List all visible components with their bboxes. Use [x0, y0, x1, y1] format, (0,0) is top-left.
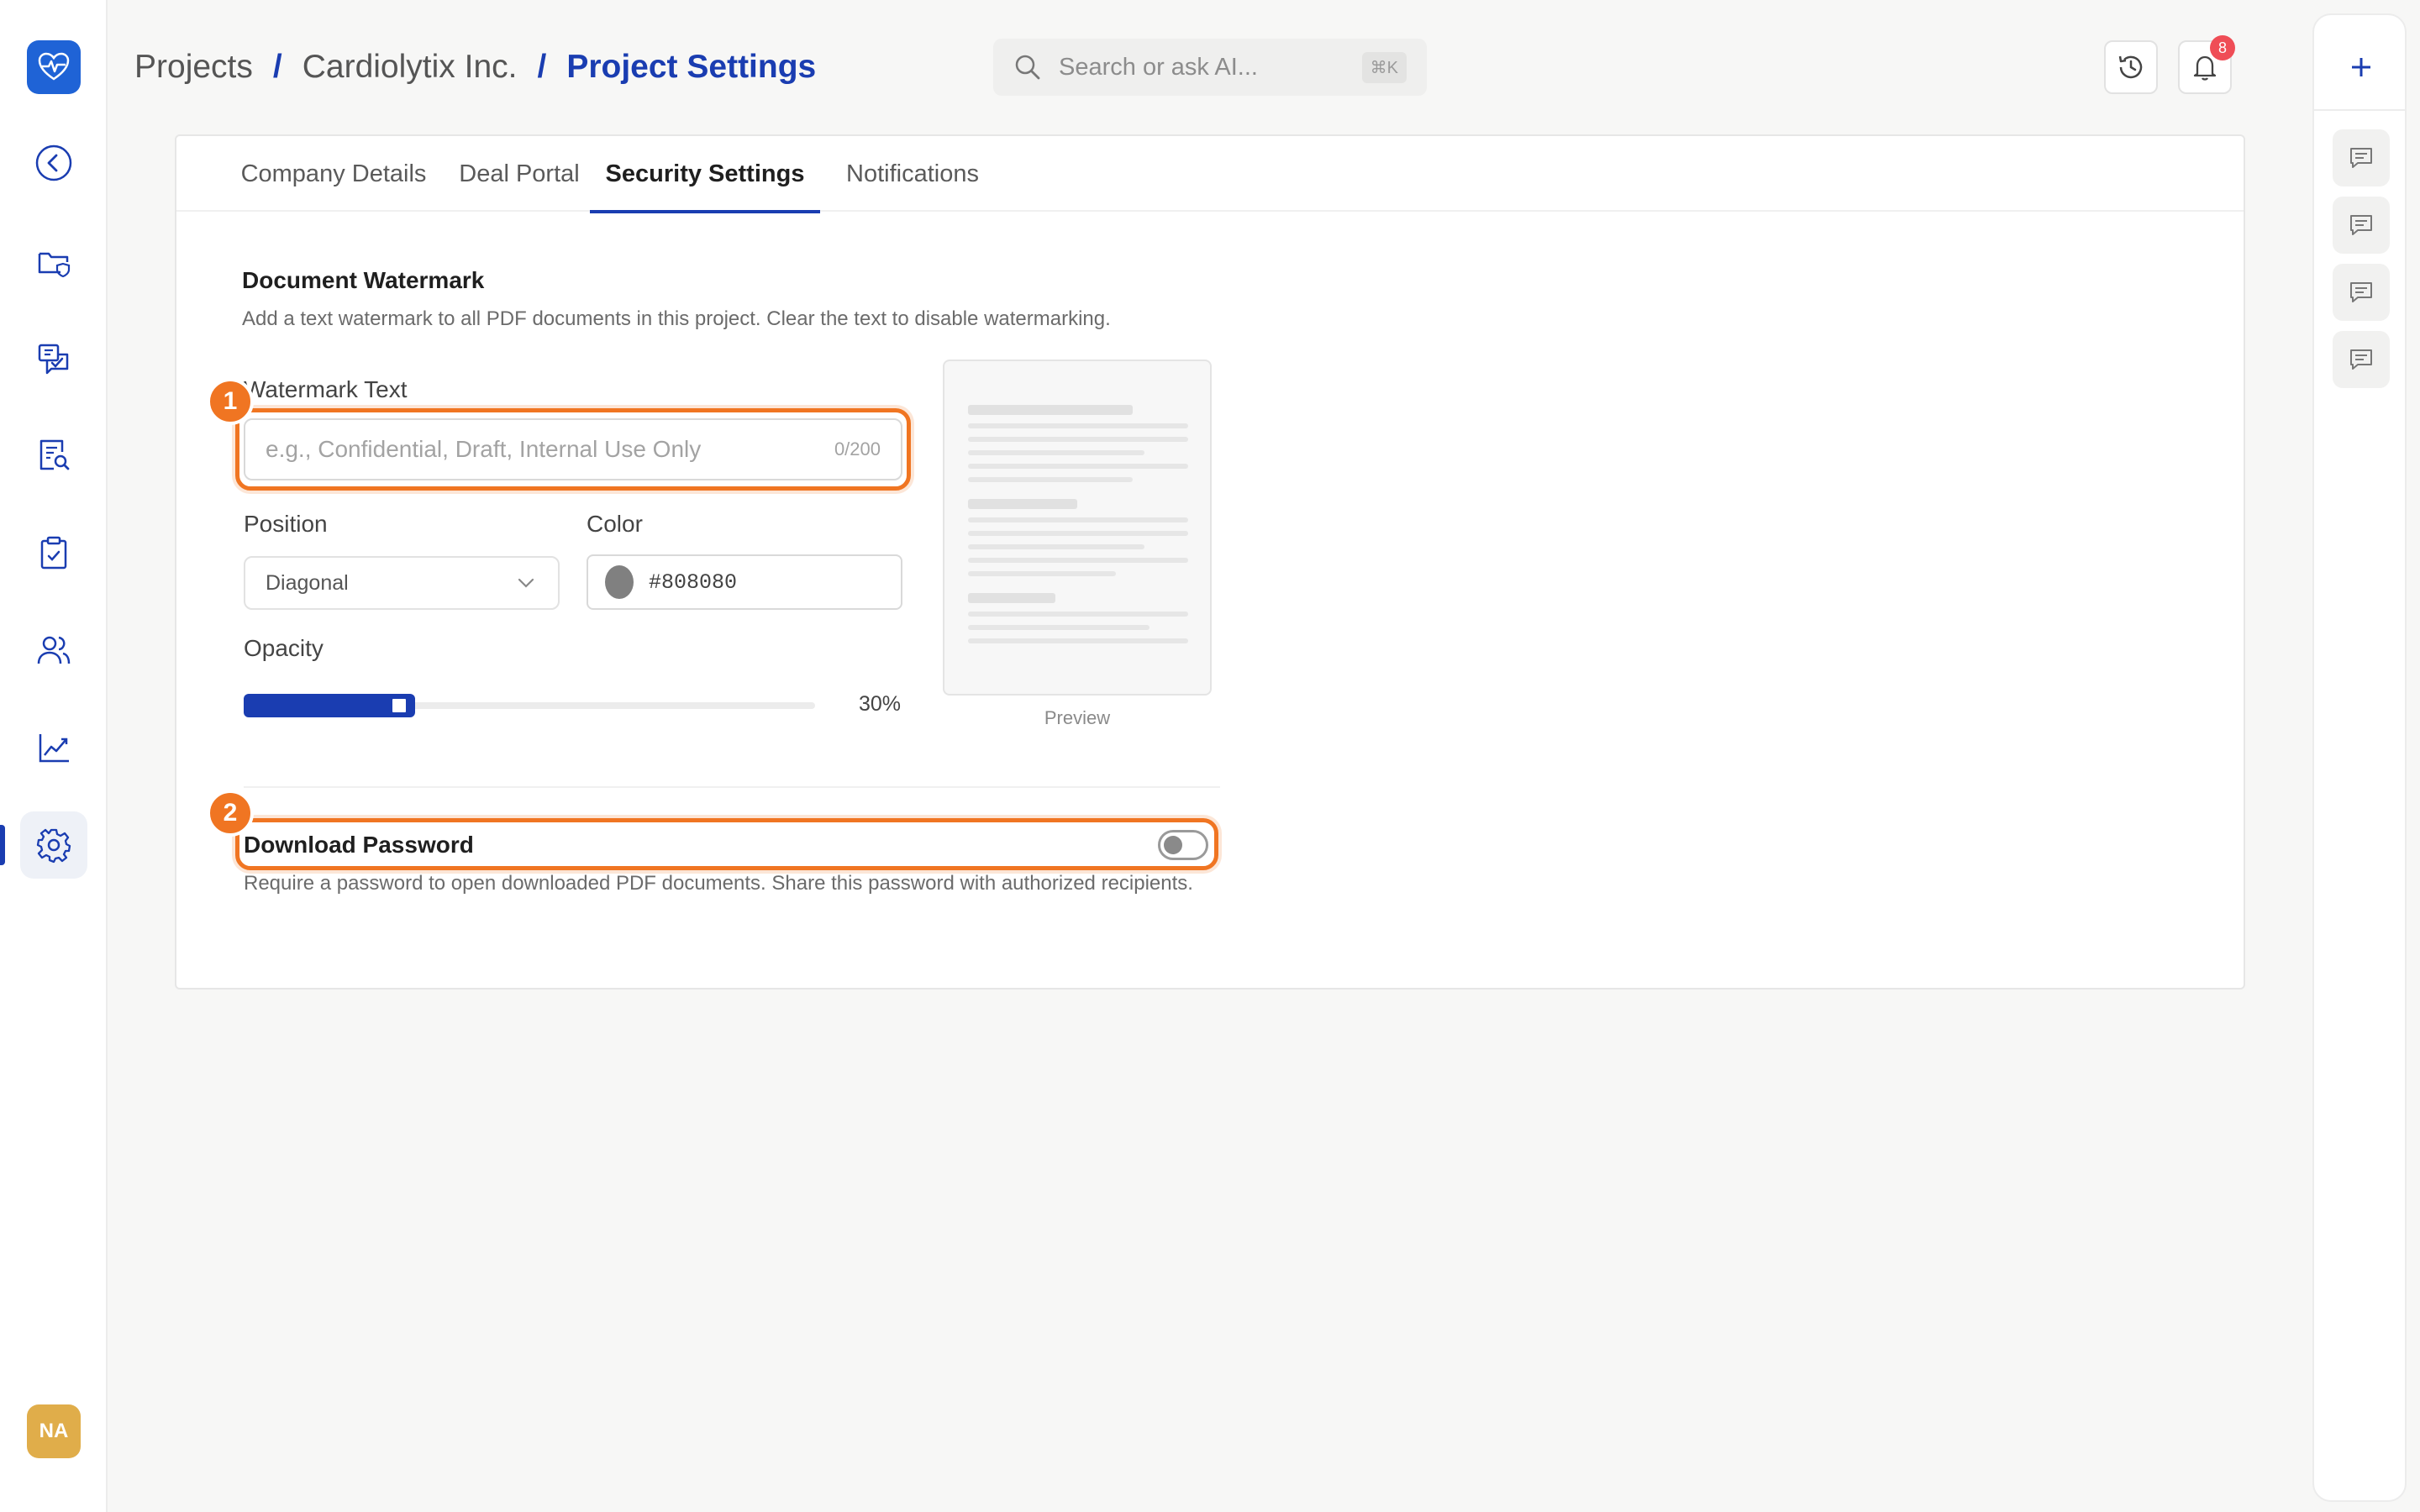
opacity-label: Opacity [244, 635, 324, 661]
position-label: Position [244, 511, 328, 537]
chevron-left-circle-icon [35, 144, 72, 181]
watermark-text-label: Watermark Text [244, 376, 408, 402]
comment-icon [2350, 148, 2372, 168]
chat-thread-button[interactable] [2333, 129, 2390, 186]
chat-thread-button[interactable] [2333, 197, 2390, 254]
notification-count-badge: 8 [2210, 35, 2235, 60]
preview-label: Preview [1044, 707, 1111, 728]
search-input[interactable] [1059, 53, 1344, 81]
chat-check-icon [38, 344, 69, 375]
comment-icon [2350, 349, 2372, 370]
annotation-badge-2: 2 [207, 790, 254, 837]
settings-tabs: Company Details Deal Portal Security Set… [176, 136, 2244, 213]
comment-icon [2350, 215, 2372, 235]
breadcrumb: Projects / Cardiolytix Inc. / Project Se… [134, 45, 816, 89]
user-avatar[interactable]: NA [27, 1404, 81, 1458]
breadcrumb-projects[interactable]: Projects [134, 49, 253, 86]
nav-analytics-button[interactable] [34, 727, 74, 768]
opacity-slider-thumb[interactable] [390, 696, 408, 715]
tab-deal-portal[interactable]: Deal Portal [444, 136, 595, 212]
nav-settings-button[interactable] [34, 825, 74, 865]
search-bar[interactable]: ⌘K [993, 39, 1427, 96]
watermark-preview [943, 360, 1212, 696]
history-icon [2118, 55, 2143, 79]
gear-icon [36, 828, 71, 864]
heartbeat-icon [38, 52, 70, 81]
nav-active-indicator [0, 825, 5, 865]
settings-card: Company Details Deal Portal Security Set… [175, 134, 2245, 990]
color-swatch[interactable] [605, 565, 634, 599]
annotation-badge-1: 1 [207, 378, 254, 425]
folder-shield-icon [38, 252, 71, 278]
chevron-down-icon [518, 578, 534, 588]
right-rail-divider [2314, 109, 2405, 111]
search-icon [1015, 55, 1040, 80]
tab-security-settings[interactable]: Security Settings [590, 136, 820, 213]
color-label: Color [587, 511, 643, 537]
search-shortcut-hint: ⌘K [1361, 51, 1407, 83]
section-divider [244, 786, 1220, 788]
breadcrumb-company[interactable]: Cardiolytix Inc. [302, 49, 518, 86]
nav-folders-button[interactable] [34, 242, 74, 282]
history-button[interactable] [2104, 40, 2158, 94]
color-hex-input[interactable] [649, 570, 884, 595]
users-icon [37, 636, 71, 664]
opacity-value: 30% [859, 692, 902, 716]
chat-thread-button[interactable] [2333, 331, 2390, 388]
nav-back-button[interactable] [34, 143, 74, 183]
nav-users-button[interactable] [34, 630, 74, 670]
nav-qa-button[interactable] [34, 339, 74, 380]
tab-company-details[interactable]: Company Details [224, 136, 444, 212]
add-button[interactable] [2334, 40, 2388, 94]
plus-icon [2352, 58, 2370, 76]
document-search-icon [39, 439, 70, 470]
breadcrumb-separator: / [537, 49, 547, 85]
chat-thread-button[interactable] [2333, 264, 2390, 321]
page-title: Project Settings [566, 49, 817, 85]
tab-notifications[interactable]: Notifications [820, 136, 1005, 212]
watermark-section-title: Document Watermark [242, 267, 485, 293]
download-password-description: Require a password to open downloaded PD… [244, 872, 1193, 895]
clipboard-check-icon [40, 536, 67, 570]
right-rail [2312, 13, 2407, 1502]
annotation-highlight-2 [235, 818, 1218, 870]
watermark-section-description: Add a text watermark to all PDF document… [242, 307, 1111, 330]
annotation-highlight-1 [235, 408, 911, 491]
comment-icon [2350, 282, 2372, 302]
line-chart-icon [39, 734, 69, 763]
position-selected-value: Diagonal [266, 570, 349, 595]
left-nav-rail: NA [0, 0, 108, 1512]
position-select[interactable]: Diagonal [244, 556, 560, 610]
color-field[interactable] [587, 554, 902, 610]
app-logo-icon[interactable] [27, 40, 81, 94]
breadcrumb-separator: / [272, 49, 282, 85]
nav-review-button[interactable] [34, 435, 74, 475]
nav-tasks-button[interactable] [34, 533, 74, 573]
